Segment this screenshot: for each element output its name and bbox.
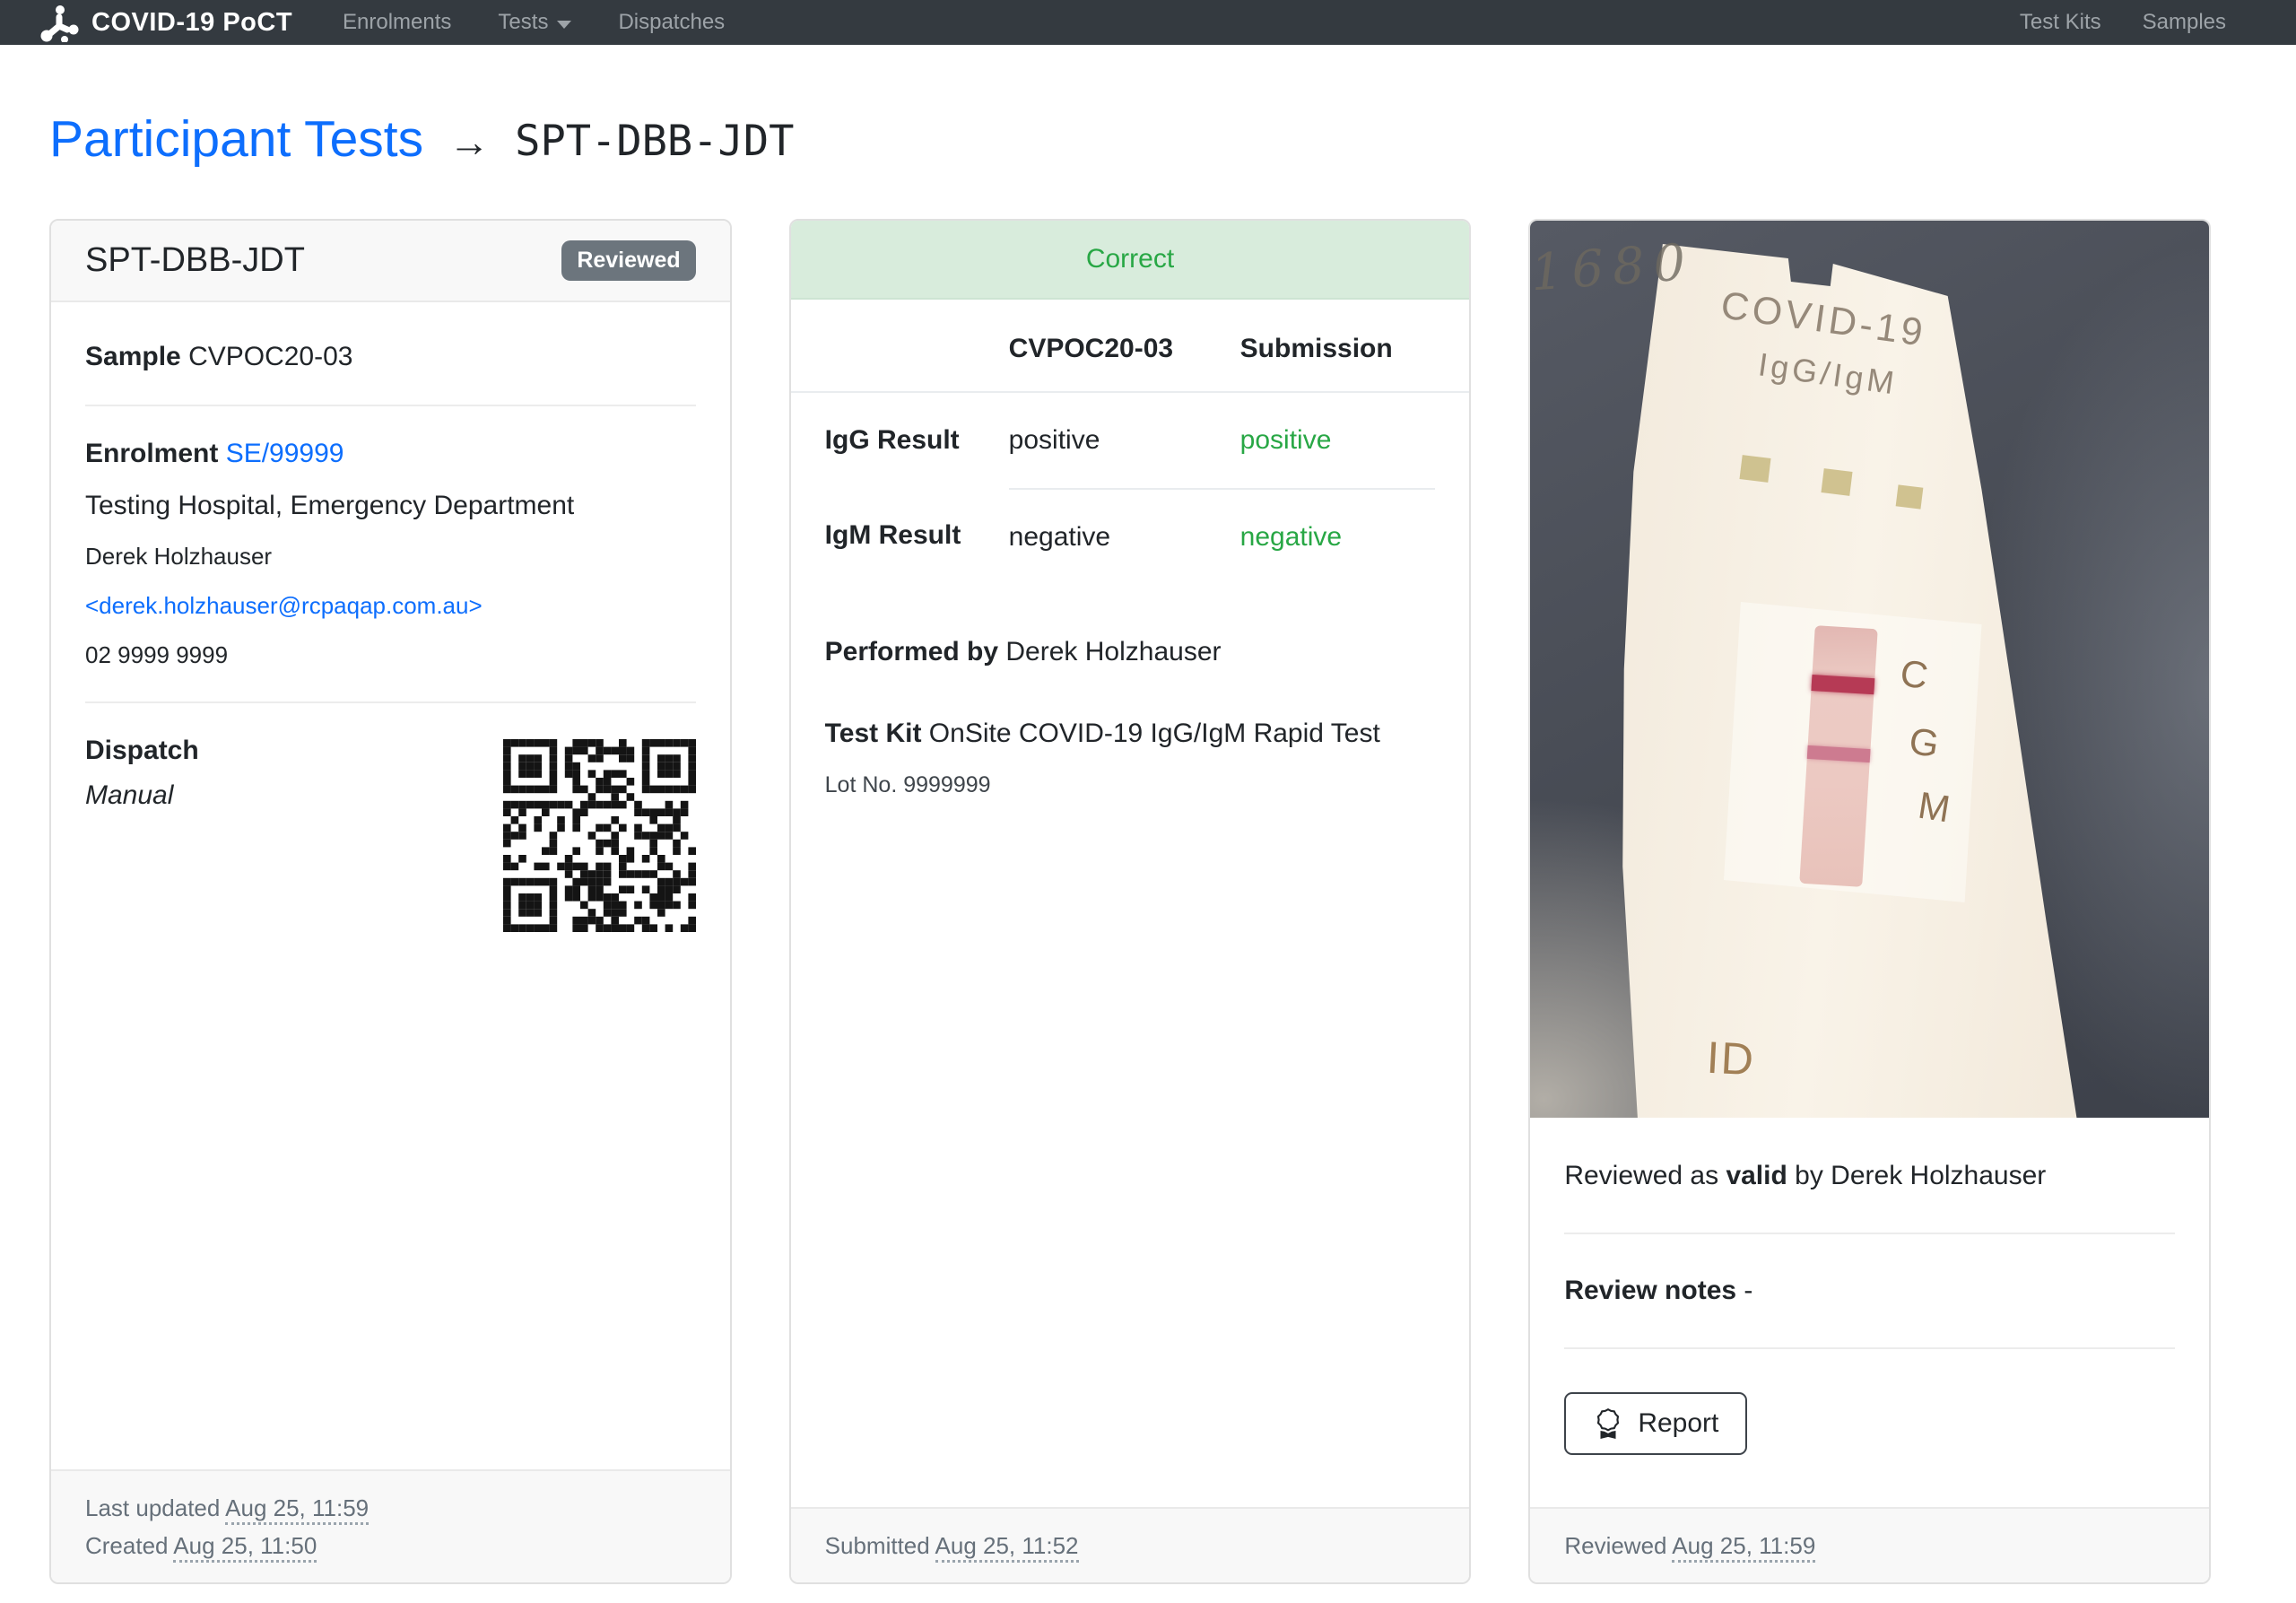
contact-phone: 02 9999 9999 [85, 641, 229, 668]
app-title: COVID-19 PoCT [91, 7, 293, 37]
created-line: Created Aug 25, 11:50 [85, 1527, 696, 1564]
qr-code [502, 739, 696, 932]
divider [1564, 1347, 2175, 1349]
sample-value: CVPOC20-03 [188, 342, 353, 371]
table-row-igg: IgG Result positive positive [791, 393, 1470, 488]
control-line [1811, 674, 1875, 694]
participant-tests-link[interactable]: Participant Tests [49, 109, 423, 169]
submitted-time: Aug 25, 11:52 [935, 1531, 1079, 1563]
nav-dispatches[interactable]: Dispatches [618, 10, 725, 35]
test-kit-value: OnSite COVID-19 IgG/IgM Rapid Test [928, 719, 1380, 748]
award-icon [1597, 1408, 1620, 1439]
divider [85, 701, 696, 703]
label-g: G [1906, 719, 1942, 766]
page-test-code: SPT-DBB-JDT [515, 116, 795, 166]
reviewed-time: Aug 25, 11:59 [1672, 1531, 1816, 1563]
igg-expected: positive [1008, 425, 1100, 455]
divider [1564, 1233, 2175, 1234]
test-card-header: SPT-DBB-JDT Reviewed [51, 221, 730, 302]
divider [85, 405, 696, 406]
test-card-body: Sample CVPOC20-03 Enrolment SE/99999 Tes… [51, 302, 730, 966]
cassette-mark [1821, 468, 1853, 496]
nav-tests-dropdown[interactable]: Tests [498, 10, 572, 35]
review-notes-value: - [1744, 1276, 1753, 1305]
site-name: Testing Hospital, Emergency Department [85, 491, 575, 520]
result-status-header: Correct [790, 221, 1470, 300]
dispatch-section: Dispatch Manual [85, 736, 696, 932]
column-expected: CVPOC20-03 [1008, 334, 1174, 363]
top-navbar: COVID-19 PoCT Enrolments Tests Dispatche… [0, 0, 2296, 45]
submission-card: Correct CVPOC20-03 Submission IgG Result… [788, 219, 1472, 1584]
nav-enrolments[interactable]: Enrolments [343, 10, 451, 35]
column-submission: Submission [1239, 334, 1393, 363]
test-card: SPT-DBB-JDT Reviewed Sample CVPOC20-03 E… [49, 219, 732, 1584]
igg-line [1806, 745, 1871, 763]
brand-logo-icon [40, 5, 79, 42]
cassette-mark [1739, 455, 1771, 483]
breadcrumb: Participant Tests → SPT-DBB-JDT [49, 109, 2211, 169]
results-table-header: CVPOC20-03 Submission [790, 300, 1470, 393]
brand[interactable]: COVID-19 PoCT [38, 3, 292, 42]
sample-line: Sample CVPOC20-03 [85, 342, 353, 371]
dispatch-value: Manual [85, 780, 174, 810]
enrolment-link[interactable]: SE/99999 [226, 439, 344, 468]
performed-by-line: Performed by Derek Holzhauser [824, 637, 1222, 666]
results-table: CVPOC20-03 Submission IgG Result positiv… [790, 300, 1470, 585]
nav-test-kits[interactable]: Test Kits [2020, 10, 2101, 35]
dropdown-caret-icon [557, 20, 572, 29]
last-updated-time: Aug 25, 11:59 [225, 1494, 370, 1525]
submission-card-footer: Submitted Aug 25, 11:52 [790, 1506, 1470, 1582]
test-code-title: SPT-DBB-JDT [85, 241, 305, 279]
cassette-mark [1895, 484, 1924, 510]
review-card: COVID-19 IgG/IgM 1680 C G M ID Reviewed … [1528, 219, 2211, 1584]
created-time: Aug 25, 11:50 [173, 1531, 317, 1563]
report-button-label: Report [1638, 1408, 1719, 1438]
breadcrumb-arrow: → [448, 118, 491, 165]
nav-samples[interactable]: Samples [2143, 10, 2226, 35]
lot-number: Lot No. 9999999 [824, 771, 991, 797]
test-kit-line: Test Kit OnSite COVID-19 IgG/IgM Rapid T… [824, 719, 1380, 748]
performed-by-value: Derek Holzhauser [1005, 637, 1222, 666]
dispatch-label: Dispatch [85, 736, 199, 765]
igm-expected: negative [1008, 488, 1240, 585]
review-card-body: Reviewed as valid by Derek Holzhauser Re… [1530, 1118, 2209, 1455]
status-badge: Reviewed [561, 240, 696, 281]
enrolment-line: Enrolment SE/99999 [85, 439, 344, 468]
igg-submitted: positive [1239, 425, 1332, 455]
test-card-footer: Last updated Aug 25, 11:59 Created Aug 2… [51, 1468, 730, 1582]
igm-submitted: negative [1239, 488, 1436, 585]
contact-email-link[interactable]: <derek.holzhauser@rcpaqap.com.au> [85, 592, 696, 620]
table-row-igm: IgM Result negative negative [791, 488, 1470, 585]
label-id: ID [1705, 1032, 1757, 1085]
last-updated-line: Last updated Aug 25, 11:59 [85, 1489, 696, 1527]
review-notes-line: Review notes - [1564, 1276, 1753, 1305]
contact-name: Derek Holzhauser [85, 543, 273, 570]
reviewed-as-line: Reviewed as valid by Derek Holzhauser [1564, 1161, 2047, 1190]
review-card-footer: Reviewed Aug 25, 11:59 [1530, 1506, 2209, 1582]
review-status: valid [1726, 1161, 1787, 1190]
test-photo: COVID-19 IgG/IgM 1680 C G M ID [1530, 221, 2209, 1118]
report-button[interactable]: Report [1564, 1392, 1748, 1455]
submission-card-body: Performed by Derek Holzhauser Test Kit O… [791, 585, 1470, 832]
